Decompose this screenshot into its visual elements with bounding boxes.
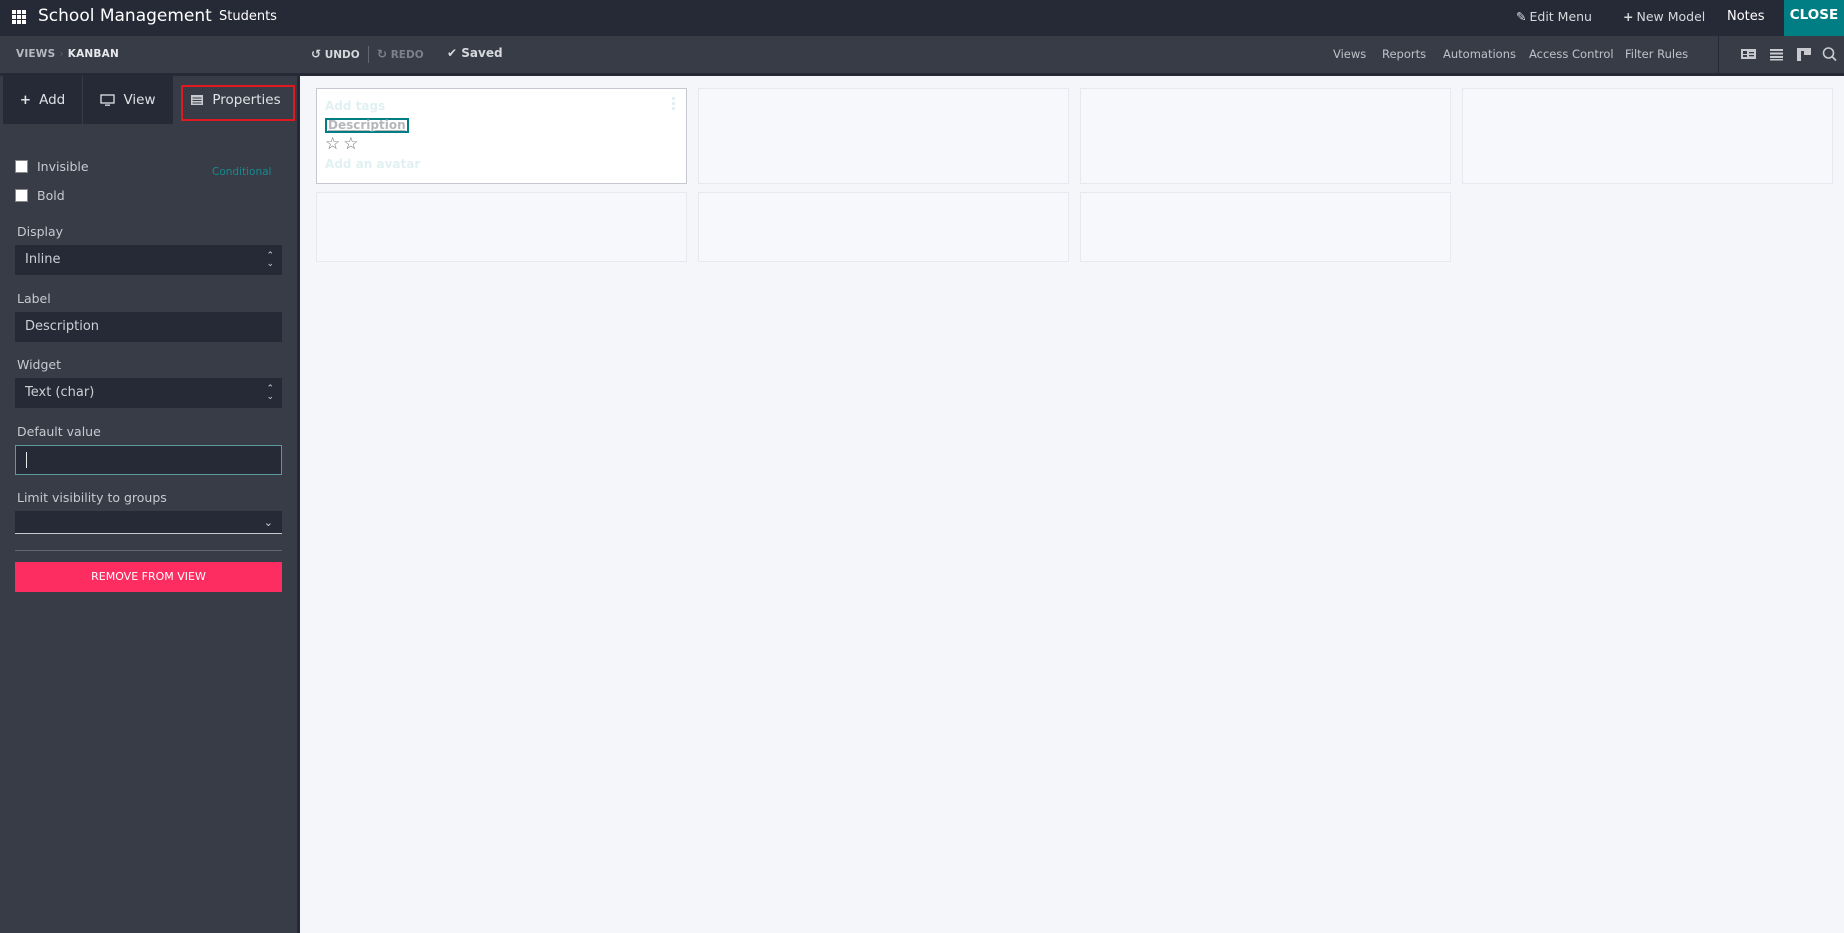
breadcrumb-kanban: KANBAN	[67, 48, 119, 60]
kanban-card[interactable]: Add tags Description ☆☆ Add an avatar	[316, 88, 687, 184]
invisible-checkbox-row: Invisible	[15, 159, 89, 174]
description-field[interactable]: Description	[325, 118, 409, 133]
kanban-view-icon[interactable]	[1795, 46, 1813, 62]
plus-icon: +	[1623, 9, 1634, 24]
undo-label: UNDO	[324, 49, 360, 61]
add-avatar-placeholder[interactable]: Add an avatar	[325, 157, 420, 171]
undo-icon: ↺	[311, 47, 322, 61]
studio-toolbar: VIEWS › KANBAN ↺ UNDO ↻ REDO ✔ Saved Views…	[0, 36, 1844, 73]
saved-status: ✔ Saved	[447, 46, 503, 60]
undo-button[interactable]: ↺ UNDO	[311, 47, 360, 61]
default-value-input[interactable]	[15, 445, 282, 475]
redo-icon: ↻	[377, 47, 388, 61]
text-cursor	[26, 452, 27, 468]
redo-label: REDO	[390, 49, 424, 61]
remove-from-view-button[interactable]: REMOVE FROM VIEW	[15, 562, 282, 592]
invisible-checkbox[interactable]	[15, 160, 28, 173]
display-select[interactable]: Inline ⌃ ⌄	[15, 245, 282, 275]
default-value-label: Default value	[17, 424, 101, 439]
monitor-icon	[100, 93, 116, 106]
ghost-card	[316, 192, 687, 262]
label-input[interactable]: Description	[15, 312, 282, 342]
divider	[1718, 36, 1719, 73]
bold-checkbox[interactable]	[15, 189, 28, 202]
ghost-card	[698, 88, 1069, 184]
pencil-icon: ✎	[1516, 9, 1527, 24]
ghost-card	[698, 192, 1069, 262]
breadcrumb-views[interactable]: VIEWS	[16, 48, 55, 60]
conditional-link[interactable]: Conditional	[212, 166, 271, 178]
list-view-icon[interactable]	[1768, 46, 1786, 62]
tab-view-label: View	[123, 92, 156, 108]
ghost-card	[1080, 88, 1451, 184]
groups-select[interactable]: ⌄	[15, 511, 282, 534]
properties-sidebar: + Add View Properties Invisible Condition…	[0, 76, 297, 933]
plus-icon: +	[19, 92, 32, 108]
ghost-card	[1080, 192, 1451, 262]
redo-button[interactable]: ↻ REDO	[377, 47, 424, 61]
tab-add-label: Add	[39, 92, 66, 108]
new-model-button[interactable]: + New Model	[1623, 0, 1705, 36]
close-button[interactable]: CLOSE	[1784, 0, 1844, 36]
label-value: Description	[25, 319, 100, 334]
bold-label: Bold	[37, 188, 65, 203]
widget-value: Text (char)	[25, 385, 95, 400]
sidebar-border	[297, 76, 300, 933]
bold-checkbox-row: Bold	[15, 188, 65, 203]
display-label: Display	[17, 224, 64, 239]
updown-icon: ⌃ ⌄	[266, 251, 274, 269]
saved-label: Saved	[461, 46, 503, 60]
divider	[15, 550, 282, 551]
chevron-down-icon: ⌄	[263, 516, 273, 529]
edit-menu-label: Edit Menu	[1529, 9, 1592, 24]
nav-access-control[interactable]: Access Control	[1529, 47, 1614, 61]
dropdown-dots-icon[interactable]	[672, 97, 675, 112]
nav-reports[interactable]: Reports	[1382, 47, 1426, 61]
nav-views[interactable]: Views	[1333, 47, 1366, 61]
nav-automations[interactable]: Automations	[1443, 47, 1516, 61]
top-navbar: School Management Students ✎ Edit Menu + N…	[0, 0, 1844, 36]
app-title[interactable]: School Management	[38, 6, 212, 26]
nav-filter-rules[interactable]: Filter Rules	[1625, 47, 1688, 61]
add-tags-placeholder[interactable]: Add tags	[325, 99, 385, 113]
tab-view[interactable]: View	[83, 76, 173, 124]
divider	[368, 46, 369, 63]
ghost-card	[1462, 88, 1833, 184]
label-label: Label	[17, 291, 51, 306]
search-icon[interactable]	[1821, 46, 1839, 62]
invisible-label: Invisible	[37, 159, 89, 174]
apps-menu-icon[interactable]	[12, 10, 26, 24]
edit-menu-button[interactable]: ✎ Edit Menu	[1516, 0, 1592, 36]
widget-select[interactable]: Text (char) ⌃ ⌄	[15, 378, 282, 408]
groups-label: Limit visibility to groups	[17, 490, 167, 505]
notes-button[interactable]: Notes	[1727, 0, 1765, 36]
display-value: Inline	[25, 252, 61, 267]
tab-add[interactable]: + Add	[3, 76, 82, 124]
updown-icon: ⌃ ⌄	[266, 384, 274, 402]
highlight-box	[181, 85, 295, 121]
new-model-label: New Model	[1636, 9, 1706, 24]
widget-label: Widget	[17, 357, 62, 372]
menu-item-students[interactable]: Students	[219, 9, 277, 24]
check-icon: ✔	[447, 46, 458, 60]
breadcrumb-separator: ›	[59, 48, 64, 60]
breadcrumb: VIEWS › KANBAN	[16, 48, 119, 60]
sidebar-tabs: + Add View Properties	[0, 76, 297, 124]
form-view-icon[interactable]	[1740, 46, 1758, 62]
priority-stars[interactable]: ☆☆	[325, 134, 361, 154]
